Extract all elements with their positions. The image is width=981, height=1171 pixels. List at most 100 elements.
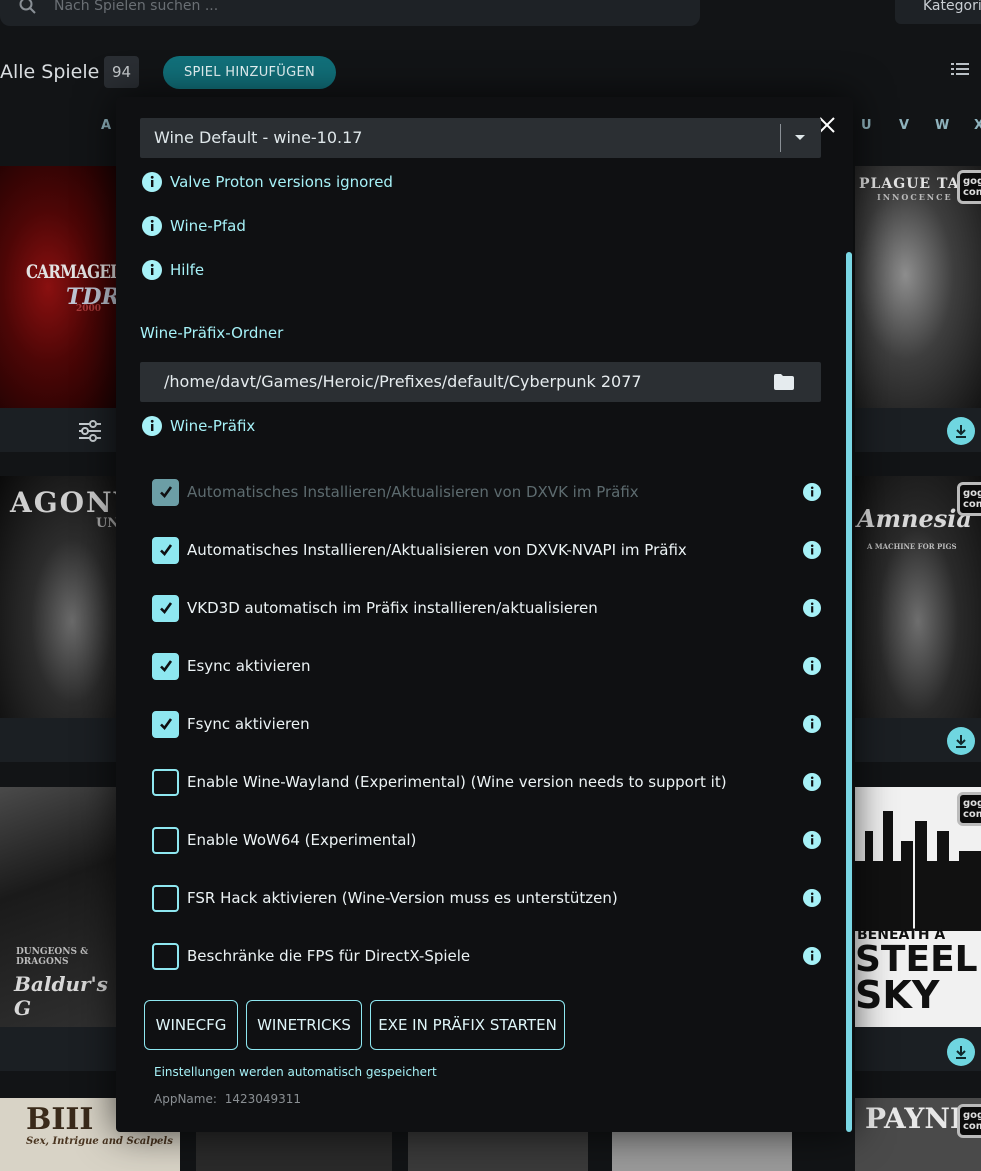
option-limit-fps[interactable]: Beschränke die FPS für DirectX-Spiele (152, 942, 822, 970)
checkbox-esync[interactable] (152, 652, 179, 680)
game-cover-carmageddon[interactable]: CARMAGEDDON TDR 2000 (0, 166, 120, 408)
chevron-down-icon[interactable] (795, 135, 805, 140)
info-icon[interactable] (803, 831, 821, 849)
option-label: Automatisches Installieren/Aktualisieren… (187, 483, 639, 501)
info-wine-path[interactable]: Wine-Pfad (142, 216, 246, 236)
game-count-badge: 94 (104, 56, 139, 88)
option-label: VKD3D automatisch im Präfix installieren… (187, 599, 598, 617)
checkbox-fsr-hack[interactable] (152, 884, 179, 912)
option-label: Automatisches Installieren/Aktualisieren… (187, 541, 687, 559)
search-bar[interactable]: Nach Spielen suchen ... (0, 0, 700, 26)
folder-icon[interactable] (773, 373, 795, 391)
settings-sliders-icon[interactable] (78, 420, 102, 442)
cover-title: AGONY (10, 486, 120, 519)
winetricks-button[interactable]: WINETRICKS (246, 1000, 362, 1050)
info-icon[interactable] (803, 715, 821, 733)
game-cover-agony[interactable]: AGONY UN (0, 476, 120, 718)
cover-subtitle: DUNGEONS & DRAGONS (16, 947, 89, 967)
checkmark-icon (159, 718, 172, 730)
checkbox-vkd3d[interactable] (152, 594, 179, 622)
wine-version-value: Wine Default - wine-10.17 (154, 128, 363, 147)
checkmark-icon (159, 486, 172, 498)
option-label: Esync aktivieren (187, 657, 311, 675)
option-label: Enable WoW64 (Experimental) (187, 831, 417, 849)
download-icon (956, 1046, 966, 1059)
info-proton-ignored[interactable]: Valve Proton versions ignored (142, 172, 393, 192)
info-help[interactable]: Hilfe (142, 260, 204, 280)
select-divider (780, 124, 781, 152)
prefix-path-field[interactable]: /home/davt/Games/Heroic/Prefixes/default… (140, 362, 821, 402)
option-wine-wayland[interactable]: Enable Wine-Wayland (Experimental) (Wine… (152, 768, 822, 796)
list-view-icon[interactable] (951, 62, 969, 76)
option-fsr-hack[interactable]: FSR Hack aktivieren (Wine-Version muss e… (152, 884, 822, 912)
info-icon[interactable] (803, 483, 821, 501)
autosave-note: Einstellungen werden automatisch gespeic… (154, 1065, 437, 1079)
download-button[interactable] (947, 1038, 975, 1066)
gog-badge: gog com (957, 792, 981, 826)
info-icon (142, 260, 162, 280)
info-prefix[interactable]: Wine-Präfix (142, 416, 255, 436)
game-card-footer (0, 408, 120, 452)
checkbox-wow64[interactable] (152, 826, 179, 854)
download-icon (956, 425, 966, 438)
info-icon[interactable] (803, 541, 821, 559)
checkmark-icon (159, 544, 172, 556)
download-button[interactable] (947, 417, 975, 445)
cover-title: BIII (26, 1102, 94, 1137)
prefix-path-value: /home/davt/Games/Heroic/Prefixes/default… (164, 372, 642, 391)
option-dxvk-nvapi[interactable]: Automatisches Installieren/Aktualisieren… (152, 536, 822, 564)
alpha-filter-a[interactable]: A (101, 118, 111, 133)
checkmark-icon (159, 602, 172, 614)
alpha-filter-x[interactable]: X (974, 118, 981, 133)
dialog-scrollbar[interactable] (846, 252, 852, 1132)
cover-title: PAYNE (865, 1102, 972, 1135)
winecfg-button[interactable]: WINECFG (144, 1000, 238, 1050)
option-dxvk[interactable]: Automatisches Installieren/Aktualisieren… (152, 478, 822, 506)
category-filter-button[interactable]: Kategorie (895, 0, 981, 24)
download-icon (956, 735, 966, 748)
info-icon[interactable] (803, 657, 821, 675)
option-fsync[interactable]: Fsync aktivieren (152, 710, 822, 738)
game-card-footer (0, 1027, 120, 1071)
info-help-label: Hilfe (170, 261, 205, 279)
option-esync[interactable]: Esync aktivieren (152, 652, 822, 680)
game-cover-row4-d[interactable] (612, 1132, 792, 1171)
appname-row: AppName: 1423049311 (154, 1092, 301, 1106)
option-label: Beschränke die FPS für DirectX-Spiele (187, 947, 471, 965)
checkbox-fsync[interactable] (152, 710, 179, 738)
prefix-folder-label: Wine-Präfix-Ordner (140, 324, 284, 342)
checkmark-icon (159, 660, 172, 672)
library-title: Alle Spiele (0, 61, 100, 83)
gog-badge: gog com (957, 1104, 981, 1138)
option-label: Enable Wine-Wayland (Experimental) (Wine… (187, 773, 727, 791)
add-game-button[interactable]: SPIEL HINZUFÜGEN (163, 56, 336, 89)
checkbox-dxvk[interactable] (152, 478, 179, 506)
wine-version-select[interactable]: Wine Default - wine-10.17 (140, 118, 821, 158)
info-icon[interactable] (803, 947, 821, 965)
checkbox-wine-wayland[interactable] (152, 768, 179, 796)
search-input[interactable]: Nach Spielen suchen ... (54, 0, 218, 14)
alpha-filter-v[interactable]: V (899, 118, 909, 133)
option-label: FSR Hack aktivieren (Wine-Version muss e… (187, 889, 618, 907)
checkbox-limit-fps[interactable] (152, 942, 179, 970)
cover-title: CARMAGEDDON (26, 261, 120, 283)
info-icon[interactable] (803, 889, 821, 907)
info-icon[interactable] (803, 599, 821, 617)
checkbox-dxvk-nvapi[interactable] (152, 536, 179, 564)
cover-title: Amnesia (857, 504, 972, 533)
game-card-footer (0, 718, 120, 762)
option-vkd3d[interactable]: VKD3D automatisch im Präfix installieren… (152, 594, 822, 622)
option-wow64[interactable]: Enable WoW64 (Experimental) (152, 826, 822, 854)
game-cover-baldurs-gate[interactable]: DUNGEONS & DRAGONS Baldur's G (0, 787, 120, 1027)
appname-value: 1423049311 (224, 1092, 302, 1106)
search-icon (19, 0, 36, 14)
cover-subtitle: INNOCENCE (877, 192, 953, 202)
alpha-filter-u[interactable]: U (861, 118, 872, 133)
run-exe-in-prefix-button[interactable]: EXE IN PRÄFIX STARTEN (370, 1000, 565, 1050)
info-icon[interactable] (803, 773, 821, 791)
alpha-filter-w[interactable]: W (935, 118, 949, 133)
game-cover-row4-b[interactable] (196, 1132, 392, 1171)
game-cover-row4-c[interactable] (408, 1132, 588, 1171)
download-button[interactable] (947, 727, 975, 755)
cover-title: PLAGUE TA (859, 176, 960, 192)
